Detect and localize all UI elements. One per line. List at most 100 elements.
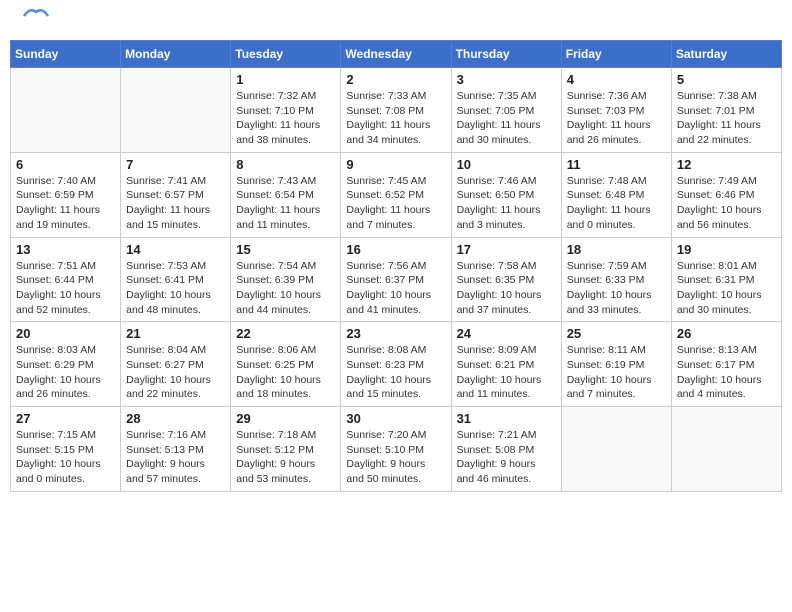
day-info: Sunrise: 7:36 AM Sunset: 7:03 PM Dayligh…: [567, 89, 666, 148]
day-info: Sunrise: 7:53 AM Sunset: 6:41 PM Dayligh…: [126, 259, 225, 318]
day-number: 15: [236, 242, 335, 257]
day-number: 22: [236, 326, 335, 341]
day-info: Sunrise: 7:35 AM Sunset: 7:05 PM Dayligh…: [457, 89, 556, 148]
day-info: Sunrise: 8:03 AM Sunset: 6:29 PM Dayligh…: [16, 343, 115, 402]
calendar-day: 13 Sunrise: 7:51 AM Sunset: 6:44 PM Dayli…: [11, 237, 121, 322]
day-number: 6: [16, 157, 115, 172]
day-info: Sunrise: 7:56 AM Sunset: 6:37 PM Dayligh…: [346, 259, 445, 318]
day-info: Sunrise: 8:11 AM Sunset: 6:19 PM Dayligh…: [567, 343, 666, 402]
calendar-day: [561, 407, 671, 492]
day-info: Sunrise: 7:20 AM Sunset: 5:10 PM Dayligh…: [346, 428, 445, 487]
day-headers-row: SundayMondayTuesdayWednesdayThursdayFrid…: [11, 41, 782, 68]
day-header-saturday: Saturday: [671, 41, 781, 68]
day-info: Sunrise: 8:08 AM Sunset: 6:23 PM Dayligh…: [346, 343, 445, 402]
day-info: Sunrise: 8:04 AM Sunset: 6:27 PM Dayligh…: [126, 343, 225, 402]
day-number: 5: [677, 72, 776, 87]
calendar-day: 18Sunrise: 7:59 AM Sunset: 6:33 PM Dayli…: [561, 237, 671, 322]
logo-bird-icon: [22, 7, 50, 25]
day-info: Sunrise: 8:13 AM Sunset: 6:17 PM Dayligh…: [677, 343, 776, 402]
calendar-day: 15 Sunrise: 7:54 AM Sunset: 6:39 PM Dayli…: [231, 237, 341, 322]
calendar-day: 25 Sunrise: 8:11 AM Sunset: 6:19 PM Dayli…: [561, 322, 671, 407]
day-number: 3: [457, 72, 556, 87]
calendar-day: [671, 407, 781, 492]
day-number: 17: [457, 242, 556, 257]
calendar-day: 28 Sunrise: 7:16 AM Sunset: 5:13 PM Dayli…: [121, 407, 231, 492]
calendar-day: 10Sunrise: 7:46 AM Sunset: 6:50 PM Dayli…: [451, 152, 561, 237]
calendar-day: 6 Sunrise: 7:40 AM Sunset: 6:59 PM Daylig…: [11, 152, 121, 237]
day-info: Sunrise: 7:18 AM Sunset: 5:12 PM Dayligh…: [236, 428, 335, 487]
day-number: 14: [126, 242, 225, 257]
day-number: 23: [346, 326, 445, 341]
day-number: 29: [236, 411, 335, 426]
calendar-header: SundayMondayTuesdayWednesdayThursdayFrid…: [11, 41, 782, 68]
calendar-day: 23 Sunrise: 8:08 AM Sunset: 6:23 PM Dayli…: [341, 322, 451, 407]
day-number: 2: [346, 72, 445, 87]
day-number: 19: [677, 242, 776, 257]
day-number: 8: [236, 157, 335, 172]
day-info: Sunrise: 7:51 AM Sunset: 6:44 PM Dayligh…: [16, 259, 115, 318]
day-number: 7: [126, 157, 225, 172]
day-info: Sunrise: 7:43 AM Sunset: 6:54 PM Dayligh…: [236, 174, 335, 233]
day-number: 25: [567, 326, 666, 341]
day-number: 13: [16, 242, 115, 257]
logo: [20, 15, 50, 25]
day-info: Sunrise: 8:01 AM Sunset: 6:31 PM Dayligh…: [677, 259, 776, 318]
day-number: 12: [677, 157, 776, 172]
day-header-tuesday: Tuesday: [231, 41, 341, 68]
calendar-table: SundayMondayTuesdayWednesdayThursdayFrid…: [10, 40, 782, 492]
calendar-day: [121, 68, 231, 153]
calendar-day: 31 Sunrise: 7:21 AM Sunset: 5:08 PM Dayli…: [451, 407, 561, 492]
day-number: 18: [567, 242, 666, 257]
day-number: 24: [457, 326, 556, 341]
calendar-week-4: 20 Sunrise: 8:03 AM Sunset: 6:29 PM Dayli…: [11, 322, 782, 407]
day-number: 20: [16, 326, 115, 341]
calendar-day: 1 Sunrise: 7:32 AM Sunset: 7:10 PM Daylig…: [231, 68, 341, 153]
calendar-day: 7 Sunrise: 7:41 AM Sunset: 6:57 PM Daylig…: [121, 152, 231, 237]
day-number: 31: [457, 411, 556, 426]
day-number: 16: [346, 242, 445, 257]
calendar-day: 9Sunrise: 7:45 AM Sunset: 6:52 PM Daylig…: [341, 152, 451, 237]
day-info: Sunrise: 7:38 AM Sunset: 7:01 PM Dayligh…: [677, 89, 776, 148]
day-info: Sunrise: 7:15 AM Sunset: 5:15 PM Dayligh…: [16, 428, 115, 487]
calendar-day: [11, 68, 121, 153]
calendar-day: 4 Sunrise: 7:36 AM Sunset: 7:03 PM Daylig…: [561, 68, 671, 153]
calendar-day: 16 Sunrise: 7:56 AM Sunset: 6:37 PM Dayli…: [341, 237, 451, 322]
calendar-week-5: 27Sunrise: 7:15 AM Sunset: 5:15 PM Dayli…: [11, 407, 782, 492]
calendar-day: 29 Sunrise: 7:18 AM Sunset: 5:12 PM Dayli…: [231, 407, 341, 492]
day-number: 11: [567, 157, 666, 172]
calendar-day: 20 Sunrise: 8:03 AM Sunset: 6:29 PM Dayli…: [11, 322, 121, 407]
calendar-day: 17 Sunrise: 7:58 AM Sunset: 6:35 PM Dayli…: [451, 237, 561, 322]
page-header: [10, 10, 782, 30]
calendar-day: 5 Sunrise: 7:38 AM Sunset: 7:01 PM Daylig…: [671, 68, 781, 153]
day-header-thursday: Thursday: [451, 41, 561, 68]
day-number: 28: [126, 411, 225, 426]
day-info: Sunrise: 8:06 AM Sunset: 6:25 PM Dayligh…: [236, 343, 335, 402]
day-header-friday: Friday: [561, 41, 671, 68]
day-info: Sunrise: 7:40 AM Sunset: 6:59 PM Dayligh…: [16, 174, 115, 233]
day-info: Sunrise: 7:58 AM Sunset: 6:35 PM Dayligh…: [457, 259, 556, 318]
day-header-sunday: Sunday: [11, 41, 121, 68]
calendar-day: 19 Sunrise: 8:01 AM Sunset: 6:31 PM Dayli…: [671, 237, 781, 322]
day-info: Sunrise: 7:33 AM Sunset: 7:08 PM Dayligh…: [346, 89, 445, 148]
day-number: 9: [346, 157, 445, 172]
calendar-day: 30 Sunrise: 7:20 AM Sunset: 5:10 PM Dayli…: [341, 407, 451, 492]
calendar-day: 27Sunrise: 7:15 AM Sunset: 5:15 PM Dayli…: [11, 407, 121, 492]
day-info: Sunrise: 8:09 AM Sunset: 6:21 PM Dayligh…: [457, 343, 556, 402]
calendar-day: 11 Sunrise: 7:48 AM Sunset: 6:48 PM Dayli…: [561, 152, 671, 237]
day-info: Sunrise: 7:32 AM Sunset: 7:10 PM Dayligh…: [236, 89, 335, 148]
day-info: Sunrise: 7:41 AM Sunset: 6:57 PM Dayligh…: [126, 174, 225, 233]
calendar-week-2: 6 Sunrise: 7:40 AM Sunset: 6:59 PM Daylig…: [11, 152, 782, 237]
day-info: Sunrise: 7:48 AM Sunset: 6:48 PM Dayligh…: [567, 174, 666, 233]
day-number: 4: [567, 72, 666, 87]
calendar-week-3: 13 Sunrise: 7:51 AM Sunset: 6:44 PM Dayli…: [11, 237, 782, 322]
day-number: 1: [236, 72, 335, 87]
day-info: Sunrise: 7:54 AM Sunset: 6:39 PM Dayligh…: [236, 259, 335, 318]
day-info: Sunrise: 7:49 AM Sunset: 6:46 PM Dayligh…: [677, 174, 776, 233]
day-number: 21: [126, 326, 225, 341]
day-number: 30: [346, 411, 445, 426]
calendar-day: 2 Sunrise: 7:33 AM Sunset: 7:08 PM Daylig…: [341, 68, 451, 153]
calendar-week-1: 1 Sunrise: 7:32 AM Sunset: 7:10 PM Daylig…: [11, 68, 782, 153]
day-info: Sunrise: 7:21 AM Sunset: 5:08 PM Dayligh…: [457, 428, 556, 487]
day-info: Sunrise: 7:16 AM Sunset: 5:13 PM Dayligh…: [126, 428, 225, 487]
calendar-day: 22 Sunrise: 8:06 AM Sunset: 6:25 PM Dayli…: [231, 322, 341, 407]
